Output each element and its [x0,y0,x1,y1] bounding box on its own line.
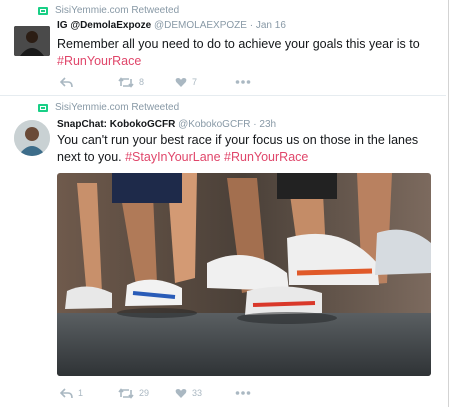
tweet-1[interactable]: SisiYemmie.com Retweeted IG @DemolaExpoz… [0,0,446,96]
reply-count: 1 [78,388,84,398]
handle[interactable]: @DEMOLAEXPOZE [154,20,247,31]
like-button[interactable]: 7 [175,74,197,90]
reply-icon [60,387,73,398]
retweet-count: 8 [139,77,145,87]
runners-photo [57,173,431,376]
like-count: 7 [192,77,198,87]
more-button[interactable] [235,385,251,401]
retweet-count: 29 [139,388,150,398]
tweet-header: IG @DemolaExpoze @DEMOLAEXPOZE · Jan 16 [57,20,286,31]
handle[interactable]: @KobokoGCFR [178,119,250,130]
retweet-badge-icon [38,7,48,15]
timestamp[interactable]: Jan 16 [256,20,286,31]
reply-button[interactable]: 1 [60,385,83,401]
more-button[interactable] [235,74,251,90]
tweet-header: SnapChat: KobokoGCFR @KobokoGCFR · 23h [57,119,276,130]
more-icon [235,391,251,395]
reply-button[interactable] [60,74,78,90]
tweet-actions: 1 29 33 [57,385,257,401]
tweet-text: You can't run your best race if your foc… [57,132,435,166]
like-button[interactable]: 33 [175,385,202,401]
tweet-text: Remember all you need to do to achieve y… [57,36,435,70]
tweet-text-plain: Remember all you need to do to achieve y… [57,37,420,51]
retweeted-by[interactable]: SisiYemmie.com Retweeted [55,5,179,16]
retweeted-by[interactable]: SisiYemmie.com Retweeted [55,102,179,113]
retweet-icon [118,387,134,399]
more-icon [235,80,251,84]
avatar[interactable] [14,26,50,56]
reply-icon [60,76,73,87]
retweet-badge-icon [38,104,48,112]
tweet-2[interactable]: SisiYemmie.com Retweeted SnapChat: Kobok… [0,96,446,407]
hashtag-link[interactable]: #StayInYourLane #RunYourRace [125,150,308,164]
timestamp[interactable]: 23h [259,119,276,130]
like-icon [175,77,187,87]
tweet-actions: 8 7 [57,74,257,90]
retweet-button[interactable]: 29 [118,385,149,401]
separator: · [253,119,257,130]
separator: · [249,20,254,31]
retweet-button[interactable]: 8 [118,74,144,90]
avatar[interactable] [14,120,50,156]
retweet-icon [118,76,134,88]
hashtag-link[interactable]: #RunYourRace [57,54,141,68]
display-name[interactable]: IG @DemolaExpoze [57,20,151,31]
like-count: 33 [192,388,203,398]
timeline-border [448,0,449,407]
display-name[interactable]: SnapChat: KobokoGCFR [57,119,175,130]
tweet-photo[interactable] [57,173,431,376]
like-icon [175,388,187,398]
